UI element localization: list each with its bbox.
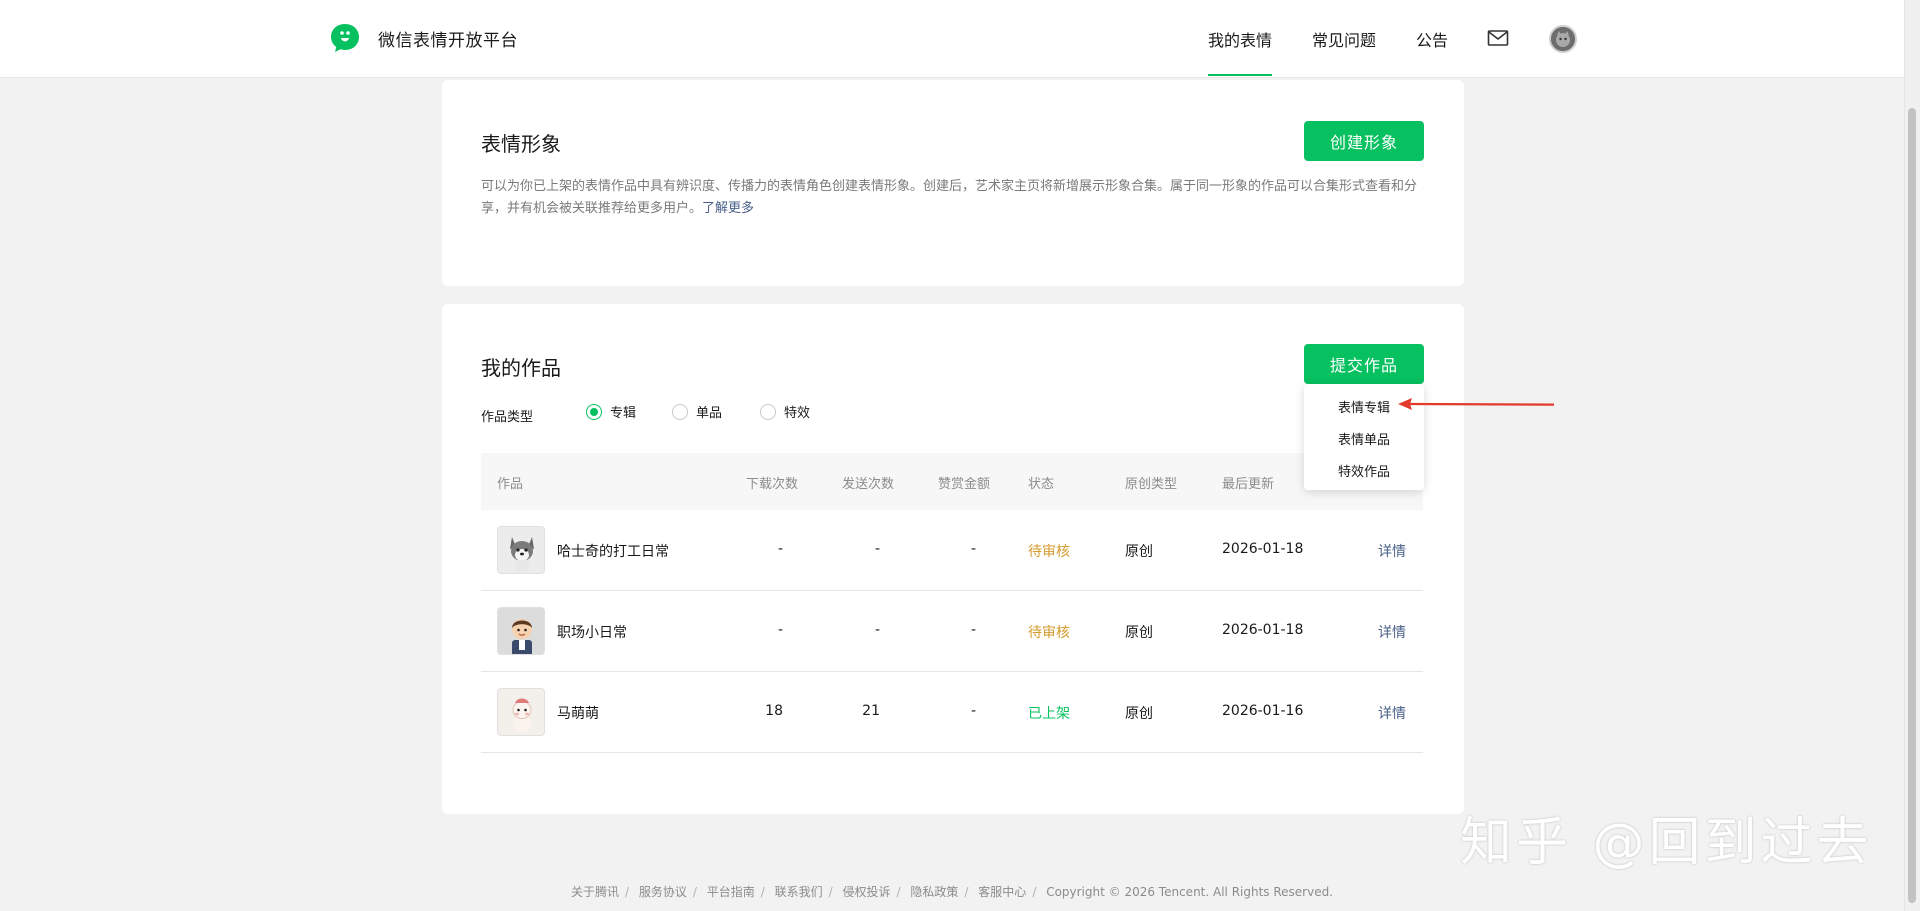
col-status: 状态 — [1028, 477, 1055, 492]
office-boy-thumbnail[interactable] — [497, 607, 545, 655]
col-tips: 赞赏金额 — [938, 477, 991, 492]
profile-description: 可以为你已上架的表情作品中具有辨识度、传播力的表情角色创建表情形象。创建后，艺术… — [481, 176, 1421, 220]
radio-unchecked-icon — [760, 403, 776, 420]
work-downloads: - — [777, 622, 783, 638]
filter-single-radio[interactable]: 单品 — [672, 402, 722, 421]
work-name: 职场小日常 — [557, 625, 627, 641]
nav-my-stickers[interactable]: 我的表情 — [1208, 27, 1273, 76]
filter-effect-label: 特效 — [784, 406, 811, 421]
profile-section-title: 表情形象 — [481, 132, 561, 156]
user-avatar[interactable] — [1549, 25, 1577, 53]
footer-link[interactable]: 侵权投诉 — [843, 885, 891, 899]
top-header: 微信表情开放平台 我的表情 常见问题 公告 — [0, 0, 1904, 78]
works-section-title: 我的作品 — [481, 356, 561, 380]
nav-faq[interactable]: 常见问题 — [1312, 27, 1376, 51]
footer-separator: / — [896, 885, 901, 899]
footer-link[interactable]: 服务协议 — [639, 885, 687, 899]
wechat-sticker-logo-icon[interactable] — [328, 21, 362, 55]
husky-thumbnail[interactable] — [497, 526, 545, 574]
filter-effect-radio[interactable]: 特效 — [760, 402, 810, 421]
mail-icon[interactable] — [1487, 28, 1509, 48]
col-origin: 原创类型 — [1125, 477, 1178, 492]
work-sends: - — [874, 622, 880, 638]
copyright-text: Copyright © 2026 Tencent. All Rights Res… — [1046, 885, 1334, 899]
table-row[interactable]: 哈士奇的打工日常 - - - 待审核 原创 2026-01-18 详情 — [481, 510, 1423, 591]
col-updated: 最后更新 — [1222, 477, 1275, 492]
work-tips: - — [970, 703, 976, 719]
footer-separator: / — [692, 885, 697, 899]
footer-separator: / — [624, 885, 630, 899]
office-boy-icon — [498, 608, 544, 654]
work-origin: 原创 — [1125, 706, 1153, 722]
work-name: 哈士奇的打工日常 — [557, 544, 669, 560]
work-origin: 原创 — [1125, 625, 1153, 641]
footer-link[interactable]: 关于腾讯 — [571, 885, 619, 899]
work-downloads: 18 — [765, 703, 783, 719]
status-badge: 待审核 — [1028, 625, 1070, 641]
nav-announcements[interactable]: 公告 — [1416, 27, 1448, 51]
work-name: 马萌萌 — [557, 706, 599, 722]
footer-link[interactable]: 隐私政策 — [910, 885, 958, 899]
footer-separator: / — [964, 885, 969, 899]
footer-separator: / — [760, 885, 765, 899]
table-header: 作品 下载次数 发送次数 赞赏金额 状态 原创类型 最后更新 — [481, 453, 1423, 510]
footer-link[interactable]: 平台指南 — [707, 885, 755, 899]
status-badge: 已上架 — [1028, 706, 1070, 722]
menu-item-effect-work[interactable]: 特效作品 — [1304, 461, 1424, 480]
menu-item-sticker-single[interactable]: 表情单品 — [1304, 429, 1424, 448]
footer-separator: / — [1032, 885, 1037, 899]
work-downloads: - — [777, 541, 783, 557]
husky-icon — [498, 527, 544, 573]
page-footer: 关于腾讯 / 服务协议 / 平台指南 / 联系我们 / 侵权投诉 / 隐私政策 / 客服中心… — [0, 883, 1904, 900]
horse-thumbnail[interactable] — [497, 688, 545, 736]
profile-description-text: 可以为你已上架的表情作品中具有辨识度、传播力的表情角色创建表情形象。创建后，艺术… — [481, 179, 1418, 216]
footer-link[interactable]: 客服中心 — [978, 885, 1026, 899]
brand-title[interactable]: 微信表情开放平台 — [378, 26, 518, 51]
work-updated: 2026-01-18 — [1222, 622, 1304, 638]
works-table: 作品 下载次数 发送次数 赞赏金额 状态 原创类型 最后更新 哈士奇的打工日常 … — [481, 453, 1423, 753]
work-sends: 21 — [862, 703, 880, 719]
filter-album-label: 专辑 — [610, 406, 637, 421]
learn-more-link[interactable]: 了解更多 — [702, 201, 754, 216]
col-work: 作品 — [497, 477, 524, 492]
work-tips: - — [970, 622, 976, 638]
col-downloads: 下载次数 — [746, 477, 799, 492]
create-profile-button[interactable]: 创建形象 — [1304, 121, 1424, 161]
work-sends: - — [874, 541, 880, 557]
work-updated: 2026-01-16 — [1222, 703, 1304, 719]
radio-checked-icon — [586, 403, 602, 420]
avatar-image-icon — [1551, 27, 1575, 51]
profile-card: 表情形象 创建形象 可以为你已上架的表情作品中具有辨识度、传播力的表情角色创建表… — [442, 80, 1464, 286]
filter-single-label: 单品 — [696, 406, 723, 421]
status-badge: 待审核 — [1028, 544, 1070, 560]
watermark: 知乎 @回到过去 — [1460, 813, 1873, 873]
details-link[interactable]: 详情 — [1378, 703, 1406, 723]
footer-link[interactable]: 联系我们 — [775, 885, 823, 899]
horse-icon — [498, 689, 544, 735]
table-row[interactable]: 马萌萌 18 21 - 已上架 原创 2026-01-16 详情 — [481, 672, 1423, 753]
scrollbar-thumb[interactable] — [1908, 108, 1916, 903]
col-sends: 发送次数 — [842, 477, 895, 492]
footer-separator: / — [828, 885, 833, 899]
radio-unchecked-icon — [672, 403, 688, 420]
details-link[interactable]: 详情 — [1378, 622, 1406, 642]
details-link[interactable]: 详情 — [1378, 541, 1406, 561]
works-card: 我的作品 提交作品 作品类型 专辑 单品 特效 作品 下载次数 发送次数 赞赏金… — [442, 304, 1464, 814]
annotation-arrow-icon — [1398, 398, 1555, 410]
work-type-label: 作品类型 — [481, 410, 534, 425]
work-tips: - — [970, 541, 976, 557]
work-origin: 原创 — [1125, 544, 1153, 560]
submit-work-button[interactable]: 提交作品 — [1304, 344, 1424, 384]
filter-album-radio[interactable]: 专辑 — [586, 402, 636, 421]
table-row[interactable]: 职场小日常 - - - 待审核 原创 2026-01-18 详情 — [481, 591, 1423, 672]
work-updated: 2026-01-18 — [1222, 541, 1304, 557]
